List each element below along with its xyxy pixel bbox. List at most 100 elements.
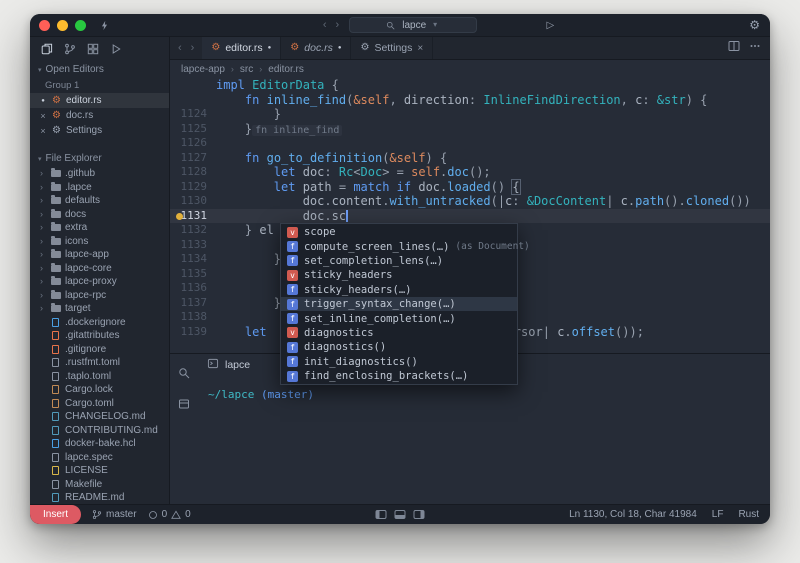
- code-text: fn go_to_definition(&self) {: [216, 151, 447, 166]
- close-tab-icon[interactable]: ×: [417, 43, 423, 54]
- completion-item[interactable]: fcompute_screen_lines(…)(as Document): [281, 239, 517, 253]
- code-line[interactable]: 1131 doc.sc: [170, 209, 770, 224]
- tree-item[interactable]: ›.github: [30, 167, 169, 181]
- run-button[interactable]: ▷: [547, 20, 555, 31]
- tree-item[interactable]: ›icons: [30, 235, 169, 249]
- gear-icon: ⚙: [52, 126, 61, 136]
- code-line[interactable]: 1129 let path = match if doc.loaded() {: [170, 180, 770, 195]
- maximize-window-button[interactable]: [75, 20, 86, 31]
- completion-item[interactable]: ftrigger_syntax_change(…): [281, 297, 517, 311]
- tree-item[interactable]: CONTRIBUTING.md: [30, 424, 169, 438]
- language-mode[interactable]: Rust: [738, 509, 759, 520]
- status-bar: Insert master 0 0 Ln 1130, Col 18, Char …: [30, 504, 770, 524]
- completion-item[interactable]: vsticky_headers: [281, 268, 517, 282]
- line-number: 1132: [170, 223, 216, 238]
- tree-item[interactable]: README.md: [30, 491, 169, 504]
- open-editor-item[interactable]: ×⚙Settings: [30, 123, 169, 138]
- tree-item[interactable]: ›lapce-core: [30, 262, 169, 276]
- remote-connection-icon[interactable]: [99, 20, 110, 31]
- tab-settings[interactable]: ⚙Settings×: [351, 37, 433, 59]
- command-palette-button[interactable]: lapce ▾: [349, 17, 477, 33]
- completion-item[interactable]: vscope: [281, 225, 517, 239]
- tree-item[interactable]: lapce.spec: [30, 451, 169, 465]
- panel-search-icon[interactable]: [178, 366, 190, 384]
- completion-item[interactable]: fsticky_headers(…): [281, 283, 517, 297]
- tree-item[interactable]: LICENSE: [30, 464, 169, 478]
- tab-label: editor.rs: [225, 42, 262, 54]
- open-editor-item[interactable]: ×⚙doc.rs: [30, 108, 169, 123]
- open-editor-item[interactable]: ●⚙editor.rs: [30, 93, 169, 108]
- tree-item[interactable]: Cargo.toml: [30, 397, 169, 411]
- problem-counts[interactable]: 0 0: [148, 509, 191, 520]
- tree-item[interactable]: .gitignore: [30, 343, 169, 357]
- tab-editor-rs[interactable]: ⚙editor.rs●: [202, 37, 281, 59]
- sticky-context-line[interactable]: impl EditorData {: [170, 78, 770, 93]
- tree-item[interactable]: ›lapce-rpc: [30, 289, 169, 303]
- close-window-button[interactable]: [39, 20, 50, 31]
- toggle-left-panel-icon[interactable]: [376, 510, 387, 519]
- panel-list-icon[interactable]: [178, 397, 190, 415]
- tree-item[interactable]: Cargo.lock: [30, 383, 169, 397]
- file-explorer-icon[interactable]: [41, 43, 53, 55]
- code-line[interactable]: 1125 }fn inline_find: [170, 122, 770, 137]
- completion-item[interactable]: fdiagnostics(): [281, 340, 517, 354]
- file-explorer-header[interactable]: ▾ File Explorer: [30, 149, 169, 167]
- close-icon[interactable]: ×: [39, 126, 47, 136]
- code-line[interactable]: 1128 let doc: Rc<Doc> = self.doc();: [170, 165, 770, 180]
- nav-forward-button[interactable]: ›: [336, 19, 340, 31]
- tree-item[interactable]: ›extra: [30, 221, 169, 235]
- settings-gear-icon[interactable]: ⚙: [749, 18, 760, 32]
- breadcrumb-segment[interactable]: editor.rs: [268, 64, 304, 75]
- tree-item[interactable]: .rustfmt.toml: [30, 356, 169, 370]
- tree-item[interactable]: .taplo.toml: [30, 370, 169, 384]
- sticky-context-line[interactable]: fn inline_find(&self, direction: InlineF…: [170, 93, 770, 108]
- tree-item[interactable]: ›target: [30, 302, 169, 316]
- completion-item[interactable]: vdiagnostics: [281, 326, 517, 340]
- tree-item[interactable]: ›lapce-app: [30, 248, 169, 262]
- split-editor-icon[interactable]: [728, 39, 740, 57]
- tab-back-button[interactable]: ‹: [178, 42, 182, 54]
- tree-item[interactable]: .gitattributes: [30, 329, 169, 343]
- tab-forward-button[interactable]: ›: [191, 42, 195, 54]
- tree-item[interactable]: .dockerignore: [30, 316, 169, 330]
- toggle-right-panel-icon[interactable]: [414, 510, 425, 519]
- completion-item[interactable]: ffind_enclosing_brackets(…): [281, 369, 517, 383]
- tree-item-label: .rustfmt.toml: [65, 357, 120, 368]
- terminal-tab-label[interactable]: lapce: [225, 359, 250, 371]
- minimize-window-button[interactable]: [57, 20, 68, 31]
- tree-item[interactable]: ›docs: [30, 208, 169, 222]
- completion-item[interactable]: finit_diagnostics(): [281, 355, 517, 369]
- tree-item[interactable]: CHANGELOG.md: [30, 410, 169, 424]
- breadcrumb-segment[interactable]: src: [240, 64, 253, 75]
- cursor-position[interactable]: Ln 1130, Col 18, Char 41984: [569, 509, 697, 520]
- plugins-icon[interactable]: [87, 43, 99, 55]
- git-branch-indicator[interactable]: master: [92, 509, 137, 520]
- code-text: }fn inline_find: [216, 122, 342, 137]
- completion-item[interactable]: fset_inline_completion(…): [281, 311, 517, 325]
- tree-item[interactable]: Makefile: [30, 478, 169, 492]
- toggle-bottom-panel-icon[interactable]: [395, 510, 406, 519]
- folder-icon: [51, 224, 61, 231]
- tree-item[interactable]: ›.lapce: [30, 181, 169, 195]
- tab-doc-rs[interactable]: ⚙doc.rs●: [281, 37, 351, 59]
- tree-item[interactable]: docker-bake.hcl: [30, 437, 169, 451]
- tree-item[interactable]: ›defaults: [30, 194, 169, 208]
- debug-icon[interactable]: [110, 43, 122, 55]
- line-ending-indicator[interactable]: LF: [712, 509, 724, 520]
- code-line[interactable]: 1126: [170, 136, 770, 151]
- breadcrumb[interactable]: lapce-app›src›editor.rs: [170, 60, 770, 78]
- editor-mode-badge[interactable]: Insert: [30, 505, 81, 524]
- more-options-icon[interactable]: [749, 39, 761, 57]
- code-line[interactable]: 1127 fn go_to_definition(&self) {: [170, 151, 770, 166]
- file-tree: ›.github›.lapce›defaults›docs›extra›icon…: [30, 167, 169, 504]
- breadcrumb-segment[interactable]: lapce-app: [181, 64, 225, 75]
- code-action-bulb-icon[interactable]: [176, 213, 183, 220]
- close-icon[interactable]: ×: [39, 111, 47, 121]
- completion-item[interactable]: fset_completion_lens(…): [281, 254, 517, 268]
- open-editors-header[interactable]: ▾ Open Editors: [30, 60, 169, 78]
- nav-back-button[interactable]: ‹: [323, 19, 327, 31]
- code-line[interactable]: 1130 doc.content.with_untracked(|c: &Doc…: [170, 194, 770, 209]
- source-control-icon[interactable]: [64, 43, 76, 55]
- code-line[interactable]: 1124 }: [170, 107, 770, 122]
- tree-item[interactable]: ›lapce-proxy: [30, 275, 169, 289]
